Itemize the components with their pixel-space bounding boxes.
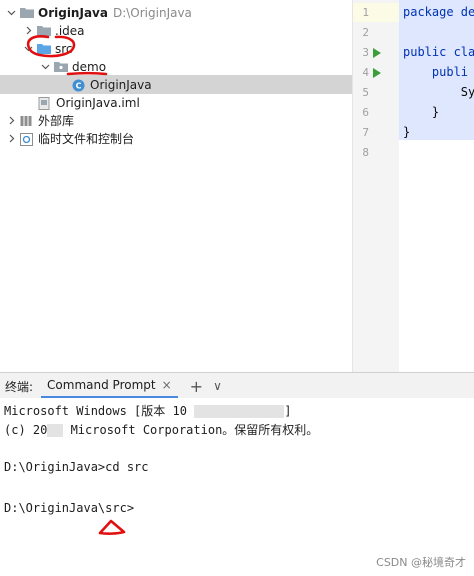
source-folder-icon: [37, 43, 51, 54]
tree-item-label: demo: [72, 59, 107, 74]
tree-root[interactable]: OriginJava D:\OriginJava: [6, 3, 192, 22]
line-number: 8: [362, 146, 369, 159]
project-tree: OriginJava D:\OriginJava .idea src demo …: [0, 0, 352, 372]
line-number: 4: [362, 66, 369, 79]
code-editor[interactable]: 1 2 3 4 5 6 7 8 package de public cla pu…: [352, 0, 474, 372]
terminal-text: ]: [284, 404, 292, 418]
chevron-down-icon[interactable]: [40, 62, 50, 72]
code-line: Sy: [403, 85, 474, 99]
java-class-icon: C: [72, 79, 86, 92]
line-number: 5: [362, 86, 369, 99]
tab-label: Command Prompt: [47, 377, 156, 392]
tree-item-iml[interactable]: OriginJava.iml: [38, 93, 140, 112]
run-icon[interactable]: [373, 68, 381, 78]
code-line: }: [403, 125, 411, 139]
chevron-right-icon[interactable]: [6, 116, 16, 126]
redacted-block: [194, 405, 285, 418]
terminal-line: (c) 20 Microsoft Corporation。保留所有权利。: [4, 421, 318, 438]
line-number: 7: [362, 126, 369, 139]
tree-item-label: 临时文件和控制台: [38, 132, 135, 146]
close-icon[interactable]: ×: [162, 378, 172, 392]
line-number: 1: [362, 6, 369, 19]
tree-item-originjava-class[interactable]: C OriginJava: [0, 75, 352, 94]
terminal-tab-bar: 终端: Command Prompt × + ∨: [0, 372, 474, 400]
tree-item-label: src: [55, 41, 73, 56]
line-number: 6: [362, 106, 369, 119]
redacted-block: [47, 424, 64, 437]
scratches-icon: [20, 133, 34, 146]
code-line: }: [403, 105, 440, 119]
chevron-down-icon[interactable]: ∨: [213, 379, 222, 393]
tree-item-label: 外部库: [38, 114, 75, 128]
tab-command-prompt[interactable]: Command Prompt ×: [41, 373, 178, 399]
tree-item-label: OriginJava: [90, 77, 152, 92]
folder-icon: [37, 25, 51, 36]
svg-text:C: C: [76, 82, 82, 91]
run-icon[interactable]: [373, 48, 381, 58]
watermark: CSDN @秘境奇才: [376, 556, 466, 569]
terminal-line: D:\OriginJava\src>: [4, 501, 135, 515]
chevron-right-icon[interactable]: [23, 26, 33, 36]
code-line: package de: [403, 5, 474, 19]
ide-window: OriginJava D:\OriginJava .idea src demo …: [0, 0, 474, 576]
library-icon: [20, 115, 34, 126]
terminal-text: Microsoft Corporation。保留所有权利。: [63, 423, 319, 437]
tree-item-label: OriginJava.iml: [56, 95, 140, 110]
terminal-title: 终端:: [5, 379, 34, 394]
tree-root-path: D:\OriginJava: [112, 5, 192, 20]
package-icon: [54, 61, 68, 72]
terminal-text: (c) 20: [4, 423, 48, 437]
tree-item-scratches[interactable]: 临时文件和控制台: [6, 129, 134, 148]
chevron-right-icon[interactable]: [6, 134, 16, 144]
terminal-output[interactable]: Microsoft Windows [版本 10 ] (c) 20 Micros…: [0, 398, 474, 576]
tree-item-external-libraries[interactable]: 外部库: [6, 111, 74, 130]
code-line: publi: [403, 65, 469, 79]
tree-item-label: .idea: [55, 23, 85, 38]
red-caret-annotation: [98, 519, 126, 535]
add-tab-icon[interactable]: +: [190, 377, 203, 396]
module-file-icon: [38, 97, 52, 110]
tree-item-idea[interactable]: .idea: [23, 21, 85, 40]
terminal-line: Microsoft Windows [版本 10 ]: [4, 402, 291, 419]
tree-item-src[interactable]: src: [23, 39, 73, 58]
terminal-line: D:\OriginJava>cd src: [4, 460, 149, 474]
code-line: public cla: [403, 45, 474, 59]
tree-root-label: OriginJava: [38, 5, 108, 20]
line-number: 3: [362, 46, 369, 59]
chevron-down-icon[interactable]: [23, 44, 33, 54]
tree-item-demo[interactable]: demo: [40, 57, 106, 76]
terminal-text: Microsoft Windows [版本 10: [4, 404, 187, 418]
chevron-down-icon[interactable]: [6, 8, 16, 18]
line-number: 2: [362, 26, 369, 39]
folder-icon: [20, 7, 34, 18]
